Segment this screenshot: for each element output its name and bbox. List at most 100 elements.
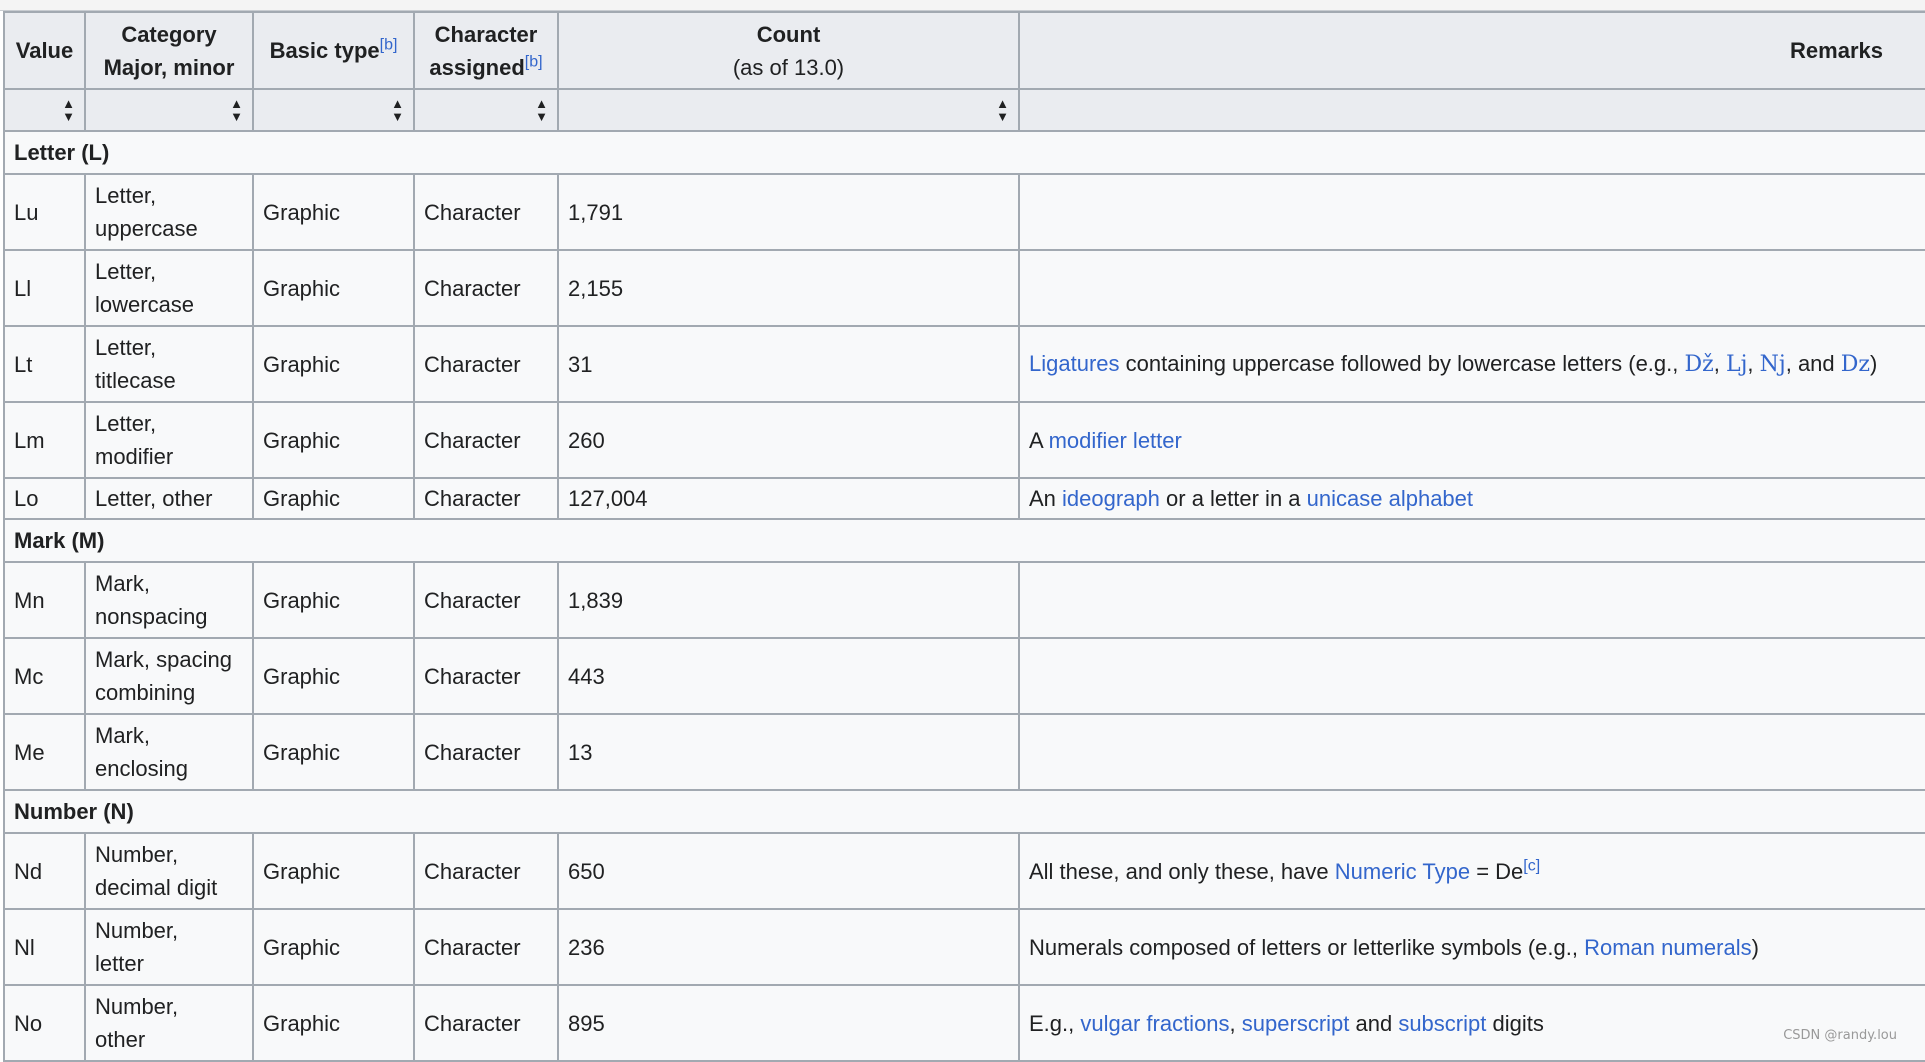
table-row: Lo Letter, other Graphic Character 127,0… <box>4 478 1925 519</box>
category-line1: Letter, <box>95 335 156 360</box>
value-cell: Ll <box>4 250 85 326</box>
basic-type-cell: Graphic <box>253 562 414 638</box>
remark-text: containing uppercase followed by lowerca… <box>1120 351 1685 376</box>
dz-caron-link[interactable]: Dž <box>1685 352 1714 377</box>
remark-text: ) <box>1752 935 1759 960</box>
ideograph-link[interactable]: ideograph <box>1062 486 1160 511</box>
sort-arrows-icon[interactable]: ▲▼ <box>535 97 548 123</box>
header-category-line2: Major, minor <box>104 55 235 80</box>
header-category: Category Major, minor <box>85 12 253 89</box>
remark-sep: , <box>1714 351 1726 376</box>
lj-link[interactable]: Lj <box>1726 352 1747 377</box>
assigned-cell: Character <box>414 562 558 638</box>
sort-arrows-icon[interactable]: ▲▼ <box>996 97 1009 123</box>
count-cell: 127,004 <box>558 478 1019 519</box>
footnote-ref-b-2[interactable]: [b] <box>525 53 543 70</box>
count-cell: 443 <box>558 638 1019 714</box>
basic-type-cell: Graphic <box>253 174 414 250</box>
sort-arrows-icon[interactable]: ▲▼ <box>62 97 75 123</box>
count-cell: 236 <box>558 909 1019 985</box>
value-cell: Lt <box>4 326 85 402</box>
assigned-cell: Character <box>414 402 558 478</box>
unicase-alphabet-link[interactable]: unicase alphabet <box>1307 486 1473 511</box>
sort-value-button[interactable]: ▲▼ <box>4 89 85 131</box>
table-row: Nl Number,letter Graphic Character 236 N… <box>4 909 1925 985</box>
assigned-cell: Character <box>414 833 558 909</box>
category-line2: other <box>95 1027 145 1052</box>
count-cell: 650 <box>558 833 1019 909</box>
category-line2: enclosing <box>95 756 188 781</box>
value-cell: Lu <box>4 174 85 250</box>
numeric-type-link[interactable]: Numeric Type <box>1335 859 1470 884</box>
roman-numerals-link[interactable]: Roman numerals <box>1584 935 1752 960</box>
header-char-assigned-line1: Character <box>435 22 538 47</box>
category-cell: Number,letter <box>85 909 253 985</box>
count-cell: 2,155 <box>558 250 1019 326</box>
category-line2: nonspacing <box>95 604 208 629</box>
header-basic-type-label: Basic type <box>270 38 380 63</box>
remarks-cell <box>1019 638 1925 714</box>
sort-arrows-icon[interactable]: ▲▼ <box>391 97 404 123</box>
header-value: Value <box>4 12 85 89</box>
table-row: Lm Letter,modifier Graphic Character 260… <box>4 402 1925 478</box>
sort-character-assigned-button[interactable]: ▲▼ <box>414 89 558 131</box>
remark-text: digits <box>1486 1011 1543 1036</box>
subscript-link[interactable]: subscript <box>1398 1011 1486 1036</box>
category-line1: Letter, <box>95 411 156 436</box>
nj-link[interactable]: Nj <box>1760 352 1786 377</box>
assigned-cell: Character <box>414 714 558 790</box>
category-line1: Number, <box>95 842 178 867</box>
remark-text: Numerals composed of letters or letterli… <box>1029 935 1584 960</box>
header-character-assigned: Character assigned[b] <box>414 12 558 89</box>
sort-arrows-icon[interactable]: ▲▼ <box>230 97 243 123</box>
remarks-cell: Ligatures containing uppercase followed … <box>1019 326 1925 402</box>
remark-text: = De <box>1470 859 1523 884</box>
category-line1: Letter, <box>95 183 156 208</box>
sort-remarks-cell <box>1019 89 1925 131</box>
modifier-letter-link[interactable]: modifier letter <box>1049 428 1182 453</box>
general-category-table: Value Category Major, minor Basic type[b… <box>3 11 1925 1062</box>
footnote-ref-b[interactable]: [b] <box>380 37 398 54</box>
category-cell: Letter, other <box>85 478 253 519</box>
category-cell: Letter,lowercase <box>85 250 253 326</box>
count-cell: 895 <box>558 985 1019 1061</box>
category-line2: decimal digit <box>95 875 217 900</box>
assigned-cell: Character <box>414 909 558 985</box>
table-row: Ll Letter,lowercase Graphic Character 2,… <box>4 250 1925 326</box>
category-line2: modifier <box>95 444 173 469</box>
sort-count-button[interactable]: ▲▼ <box>558 89 1019 131</box>
header-category-line1: Category <box>121 22 216 47</box>
category-line1: Mark, <box>95 723 150 748</box>
count-cell: 31 <box>558 326 1019 402</box>
ligatures-link[interactable]: Ligatures <box>1029 351 1120 376</box>
category-cell: Number, decimal digit <box>85 833 253 909</box>
remark-end: ) <box>1870 351 1877 376</box>
basic-type-cell: Graphic <box>253 909 414 985</box>
category-cell: Number,other <box>85 985 253 1061</box>
category-line1: Mark, spacing <box>95 647 232 672</box>
basic-type-cell: Graphic <box>253 250 414 326</box>
remarks-cell <box>1019 174 1925 250</box>
value-cell: Lm <box>4 402 85 478</box>
vulgar-fractions-link[interactable]: vulgar fractions <box>1080 1011 1229 1036</box>
assigned-cell: Character <box>414 250 558 326</box>
remark-text: An <box>1029 486 1062 511</box>
category-cell: Letter, modifier <box>85 402 253 478</box>
sort-basic-type-button[interactable]: ▲▼ <box>253 89 414 131</box>
table-row: Lu Letter,uppercase Graphic Character 1,… <box>4 174 1925 250</box>
remark-text: E.g., <box>1029 1011 1080 1036</box>
table-row: Mc Mark, spacingcombining Graphic Charac… <box>4 638 1925 714</box>
dz-link[interactable]: Dz <box>1841 352 1870 377</box>
header-count-label: Count <box>757 22 821 47</box>
header-row: Value Category Major, minor Basic type[b… <box>4 12 1925 89</box>
header-basic-type: Basic type[b] <box>253 12 414 89</box>
basic-type-cell: Graphic <box>253 833 414 909</box>
remarks-cell <box>1019 562 1925 638</box>
value-cell: Nd <box>4 833 85 909</box>
sort-category-button[interactable]: ▲▼ <box>85 89 253 131</box>
basic-type-cell: Graphic <box>253 326 414 402</box>
assigned-cell: Character <box>414 326 558 402</box>
footnote-ref-c[interactable]: [c] <box>1523 857 1540 874</box>
superscript-link[interactable]: superscript <box>1242 1011 1350 1036</box>
remark-sep: , and <box>1786 351 1841 376</box>
